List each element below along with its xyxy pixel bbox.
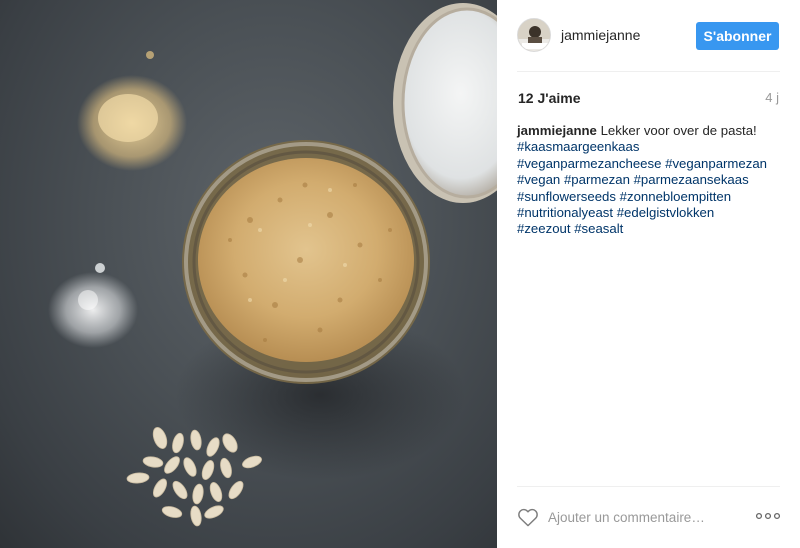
jar-lid — [393, 3, 497, 203]
hashtag[interactable]: #vegan — [517, 172, 560, 187]
hashtag[interactable]: #sunflowerseeds — [517, 189, 616, 204]
caption-text: Lekker voor over de pasta! — [596, 123, 757, 138]
post-time[interactable]: 4 j — [765, 90, 779, 105]
follow-button[interactable]: S'abonner — [696, 22, 779, 50]
hashtag[interactable]: #veganparmezan — [665, 156, 767, 171]
more-options-icon[interactable] — [755, 509, 781, 523]
heart-outline-icon — [518, 508, 538, 527]
hashtag[interactable]: #zonnebloempitten — [620, 189, 731, 204]
avatar[interactable] — [517, 18, 551, 52]
hashtag[interactable]: #veganparmezancheese — [517, 156, 661, 171]
comment-input[interactable] — [548, 506, 748, 528]
hashtag[interactable]: #parmezan — [564, 172, 630, 187]
hashtag[interactable]: #zeezout — [517, 221, 571, 236]
jar — [182, 140, 430, 384]
hashtag[interactable]: #nutritionalyeast — [517, 205, 613, 220]
post-caption: jammiejanne Lekker voor over de pasta! #… — [517, 123, 785, 238]
hashtag[interactable]: #kaasmaargeenkaas — [517, 139, 639, 154]
likes-count[interactable]: 12 J'aime — [518, 90, 581, 106]
avatar-image — [518, 19, 550, 51]
hashtag[interactable]: #seasalt — [574, 221, 623, 236]
username-link[interactable]: jammiejanne — [561, 27, 640, 43]
post-footer — [497, 487, 800, 548]
hashtag[interactable]: #parmezaansekaas — [634, 172, 749, 187]
post-photo[interactable] — [0, 0, 497, 548]
ellipsis-icon — [755, 512, 781, 520]
caption-author[interactable]: jammiejanne — [517, 123, 597, 138]
post-header: jammiejanne S'abonner — [497, 0, 800, 71]
photo-illustration — [48, 3, 497, 527]
like-heart-icon[interactable] — [517, 507, 539, 527]
divider — [517, 71, 780, 72]
hashtag[interactable]: #edelgistvlokken — [617, 205, 715, 220]
post-sidebar: jammiejanne S'abonner 12 J'aime 4 j jamm… — [497, 0, 800, 548]
